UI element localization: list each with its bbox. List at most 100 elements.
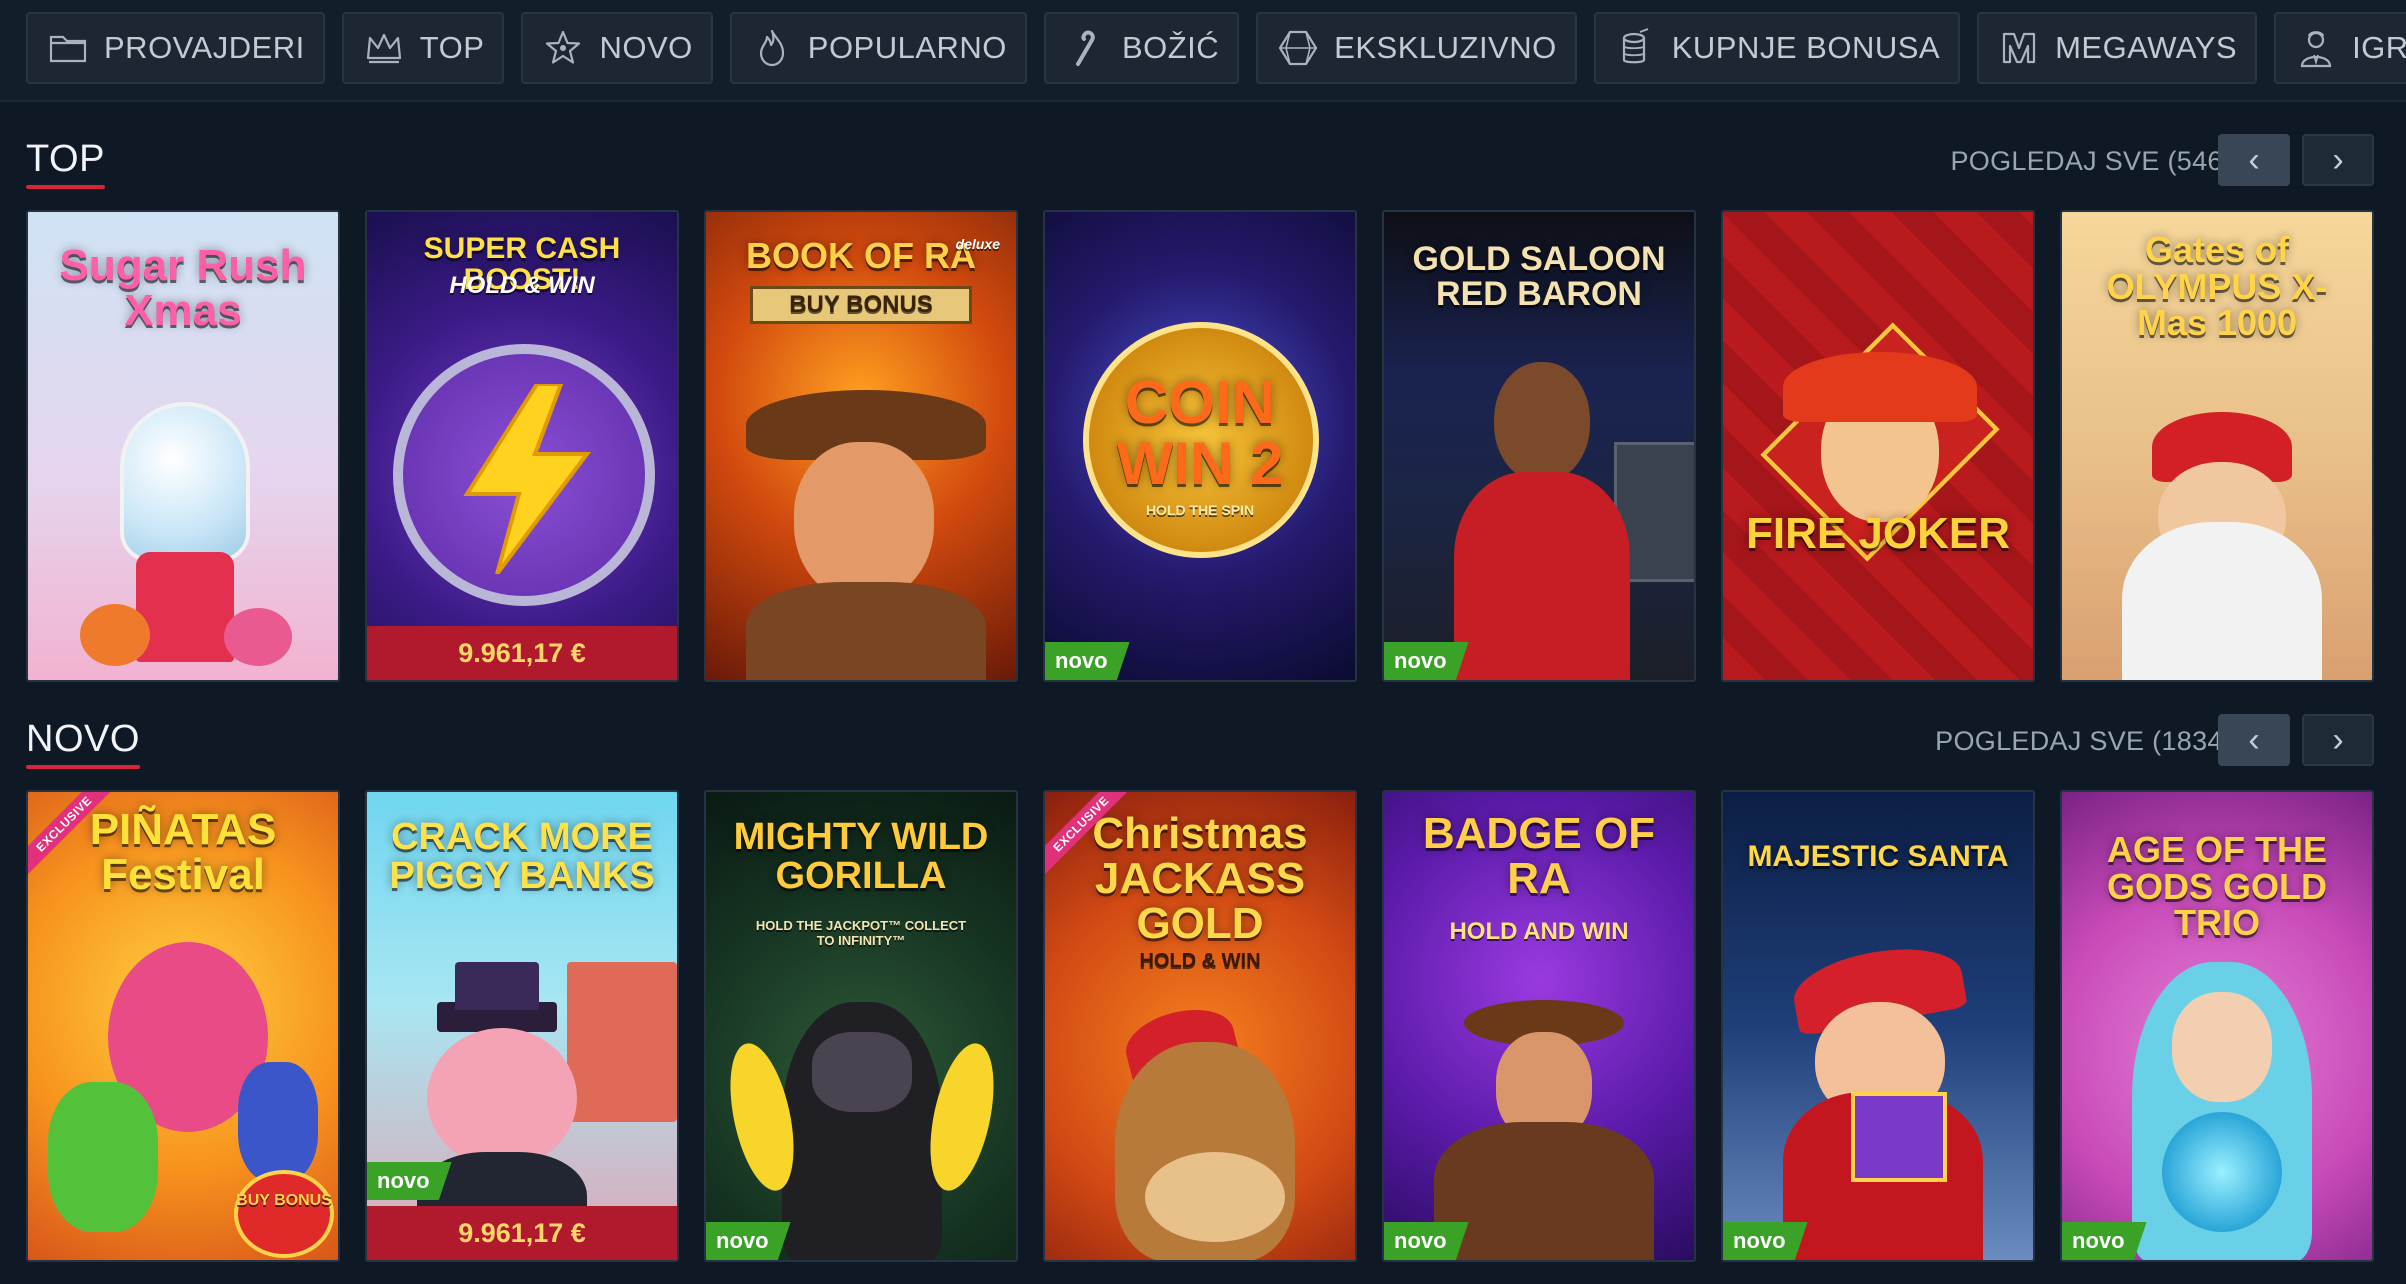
jacket-art (746, 582, 986, 680)
new-badge: novo (1723, 1222, 1808, 1260)
nav-item-label: BOŽIĆ (1121, 30, 1220, 65)
section-title: NOVO (26, 718, 140, 769)
section-new: NOVO POGLEDAJ SVE (1834) ‹ › BUY BONUS P… (26, 710, 2374, 1262)
explorer-face-art (794, 442, 934, 602)
gorilla-face-art (812, 1032, 912, 1112)
game-title: MIGHTY WILD GORILLA (733, 816, 989, 897)
goddess-face-art (2172, 992, 2272, 1102)
game-card[interactable]: MIGHTY WILD GORILLA HOLD THE JACKPOT™ CO… (704, 790, 1018, 1262)
nav-item-label: EKSKLUZIVNO (1334, 30, 1557, 65)
flame-icon (759, 29, 784, 67)
top-hat-art (455, 962, 539, 1010)
game-title: BADGE OF RA (1422, 809, 1656, 903)
carousel-prev-button[interactable]: ‹ (2218, 134, 2290, 186)
game-card[interactable]: BADGE OF RA HOLD AND WIN novo (1382, 790, 1696, 1262)
game-title: AGE OF THE GODS GOLD TRIO (2106, 829, 2327, 944)
chevron-right-icon: › (2332, 720, 2344, 759)
nav-item-popular[interactable]: POPULARNO (729, 12, 1027, 84)
pinata-donkey-art (48, 1082, 158, 1232)
candy-cane-icon (1075, 30, 1095, 66)
jackpot-amount: 9.961,17 € (367, 1206, 677, 1260)
game-card[interactable]: BOOK OF RA deluxe BUY BONUS (704, 210, 1018, 682)
game-card[interactable]: Sugar Rush Xmas (26, 210, 340, 682)
game-card[interactable]: MAJESTIC SANTA novo (1721, 790, 2035, 1262)
carousel-next-button[interactable]: › (2302, 134, 2374, 186)
game-card[interactable]: COIN WIN 2 HOLD THE SPIN novo (1043, 210, 1357, 682)
nav-item-label: MEGAWAYS (2055, 30, 2238, 65)
leather-jacket-art (1434, 1122, 1654, 1260)
chevron-right-icon: › (2332, 140, 2344, 179)
game-card[interactable]: SUPER CASH BOOST! HOLD & WIN 9.961,17 € (365, 210, 679, 682)
game-carousel: BUY BONUS PIÑATAS Festival EXCLUSIVE CRA… (26, 790, 2374, 1262)
new-badge: novo (2062, 1222, 2147, 1260)
pig-face-art (427, 1028, 577, 1168)
game-card[interactable]: GOLD SALOON RED BARON novo (1382, 210, 1696, 682)
carousel-next-button[interactable]: › (2302, 714, 2374, 766)
new-badge: novo (367, 1162, 452, 1200)
game-subtitle: HOLD THE SPIN (1145, 502, 1255, 518)
nav-item-megaways[interactable]: MEGAWAYS (1977, 12, 2258, 84)
magic-orb-art (2162, 1112, 2282, 1232)
nav-item-top[interactable]: TOP (341, 12, 505, 84)
game-card[interactable]: Gates of OLYMPUS X-Mas 1000 (2060, 210, 2374, 682)
nav-item-new[interactable]: NOVO (521, 12, 713, 84)
nav-item-christmas[interactable]: BOŽIĆ (1043, 12, 1240, 84)
game-card[interactable]: CRACK MORE PIGGY BANKS novo 9.961,17 € (365, 790, 679, 1262)
candy-art (224, 608, 292, 666)
host-uniform-art (1454, 472, 1630, 680)
game-title: CRACK MORE PIGGY BANKS (389, 816, 655, 897)
game-card[interactable]: FIRE JOKER (1721, 210, 2035, 682)
game-card[interactable]: AGE OF THE GODS GOLD TRIO novo (2060, 790, 2374, 1262)
nav-item-label: KUPNJE BONUSA (1671, 30, 1941, 65)
nav-item-label: IGRE UŽIVO (2352, 30, 2406, 65)
section-header: TOP POGLEDAJ SVE (546) ‹ › (26, 130, 2374, 210)
candy-art (80, 604, 150, 666)
game-title: GOLD SALOON RED BARON (1412, 240, 1666, 313)
game-title: Christmas JACKASS GOLD (1092, 809, 1308, 948)
lightning-bolt-art (463, 384, 591, 574)
game-title: COIN WIN 2 (1116, 369, 1284, 498)
nav-item-label: NOVO (599, 30, 693, 65)
jackpot-amount: 9.961,17 € (367, 626, 677, 680)
pinata-figure-art (238, 1062, 318, 1182)
nav-item-providers[interactable]: PROVAJDERI (26, 12, 325, 84)
new-badge: novo (706, 1222, 791, 1260)
game-card[interactable]: Christmas JACKASS GOLD HOLD & WIN EXCLUS… (1043, 790, 1357, 1262)
chevron-left-icon: ‹ (2248, 720, 2260, 759)
carousel-prev-button[interactable]: ‹ (2218, 714, 2290, 766)
game-edition: deluxe (955, 236, 1000, 252)
star-icon (546, 30, 581, 64)
gem-icon (1278, 30, 1318, 66)
new-badge: novo (1384, 1222, 1469, 1260)
crown-icon (366, 33, 401, 64)
host-face-art (1494, 362, 1590, 482)
game-title: FIRE JOKER (1745, 509, 2011, 558)
section-header: NOVO POGLEDAJ SVE (1834) ‹ › (26, 710, 2374, 790)
game-subtitle: HOLD AND WIN (1449, 918, 1629, 945)
gift-box-art (1851, 1092, 1947, 1182)
game-card[interactable]: BUY BONUS PIÑATAS Festival EXCLUSIVE (26, 790, 340, 1262)
game-subtitle: HOLD & WIN (1139, 950, 1261, 972)
buy-bonus-label: BUY BONUS (236, 1192, 332, 1209)
joker-hat-art (1783, 352, 1977, 422)
chevron-left-icon: ‹ (2248, 140, 2260, 179)
beard-art (2122, 522, 2322, 680)
candy-machine-base-art (136, 552, 234, 662)
nav-item-label: PROVAJDERI (104, 30, 305, 65)
view-all-link[interactable]: POGLEDAJ SVE (1834) (1935, 726, 2232, 757)
nav-item-label: TOP (419, 30, 485, 65)
nav-item-live-games[interactable]: IGRE UŽIVO (2274, 12, 2406, 84)
buy-bonus-seal (234, 1170, 334, 1258)
coin-stack-icon (1622, 28, 1649, 64)
folder-icon (49, 35, 87, 63)
candy-machine-art (120, 402, 250, 562)
donkey-muzzle-art (1145, 1152, 1285, 1242)
game-title: Gates of OLYMPUS X-Mas 1000 (2106, 229, 2328, 344)
live-dealer-icon (2300, 31, 2332, 68)
section-title: TOP (26, 138, 105, 189)
nav-item-bonus-buys[interactable]: KUPNJE BONUSA (1593, 12, 1961, 84)
megaways-icon (2002, 32, 2036, 64)
nav-item-exclusive[interactable]: EKSKLUZIVNO (1256, 12, 1577, 84)
view-all-link[interactable]: POGLEDAJ SVE (546) (1950, 146, 2232, 177)
game-title: Sugar Rush Xmas (59, 241, 307, 335)
